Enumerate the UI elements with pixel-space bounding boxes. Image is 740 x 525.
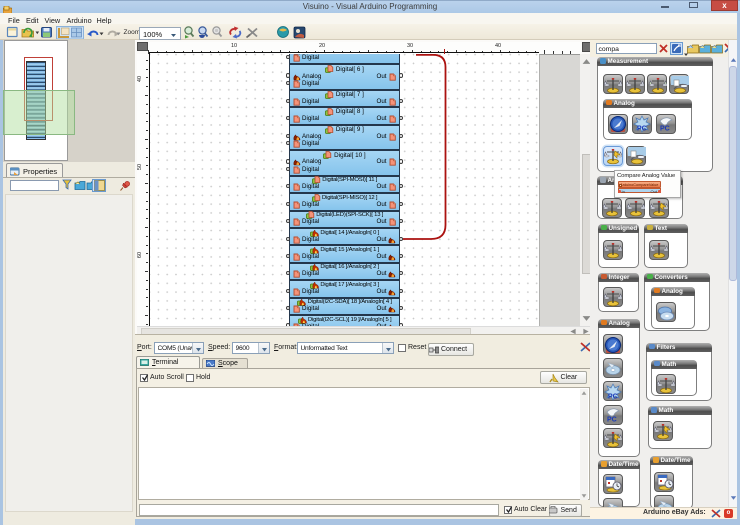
- svg-text:PC: PC: [608, 393, 618, 400]
- svg-text:PC: PC: [660, 126, 670, 133]
- svg-text:PC: PC: [637, 126, 647, 133]
- svg-text:PC: PC: [607, 417, 617, 424]
